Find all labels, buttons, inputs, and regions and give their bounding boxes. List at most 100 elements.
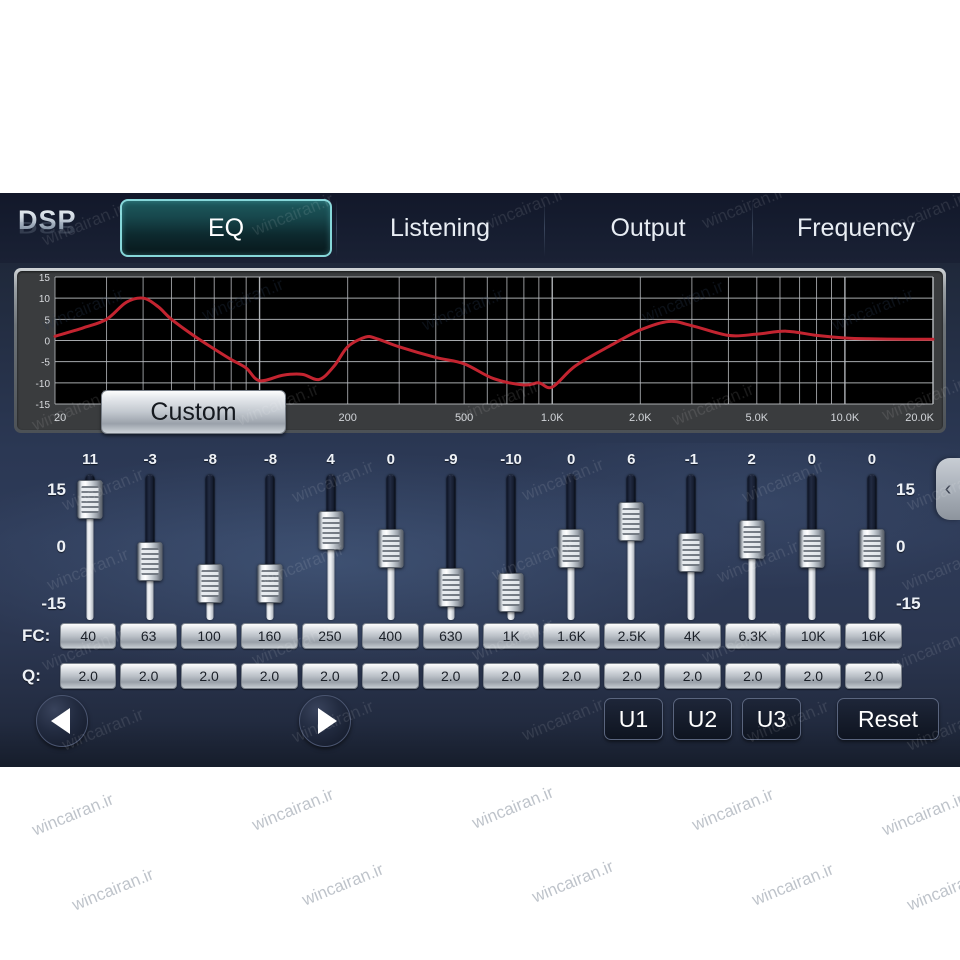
eq-slider-thumb-7[interactable] bbox=[498, 572, 524, 612]
eq-slider-13[interactable] bbox=[842, 475, 902, 620]
fc-cell-4[interactable]: 250 bbox=[301, 623, 359, 649]
eq-slider-grip-7 bbox=[502, 578, 520, 606]
eq-slider-thumb-6[interactable] bbox=[438, 568, 464, 608]
q-row-label: Q: bbox=[22, 666, 41, 685]
eq-slider-11[interactable] bbox=[722, 475, 782, 620]
preset-name-button[interactable]: Custom bbox=[101, 390, 286, 434]
q-cell-8[interactable]: 2.0 bbox=[543, 663, 600, 689]
eq-sliders bbox=[60, 475, 902, 620]
eq-slider-thumb-9[interactable] bbox=[618, 501, 644, 541]
q-cell-2[interactable]: 2.0 bbox=[180, 663, 238, 689]
watermark-text: wincairan.ir bbox=[469, 782, 557, 833]
fc-cell-0[interactable]: 40 bbox=[60, 623, 117, 649]
q-cell-6[interactable]: 2.0 bbox=[422, 663, 479, 689]
svg-text:200: 200 bbox=[338, 412, 356, 424]
fc-cell-6[interactable]: 630 bbox=[422, 623, 479, 649]
fc-cell-2[interactable]: 100 bbox=[180, 623, 238, 649]
watermark-text: wincairan.ir bbox=[299, 9, 387, 60]
dsp-logo: DSP DSP bbox=[18, 205, 116, 257]
tab-frequency[interactable]: Frequency bbox=[752, 193, 960, 263]
fc-cell-12[interactable]: 10K bbox=[785, 623, 842, 649]
svg-text:10.0K: 10.0K bbox=[831, 412, 860, 424]
q-cell-10[interactable]: 2.0 bbox=[664, 663, 721, 689]
q-cell-11[interactable]: 2.0 bbox=[724, 663, 782, 689]
user-preset-1-button[interactable]: U1 bbox=[604, 698, 663, 740]
band-gain-9: 6 bbox=[627, 451, 636, 468]
eq-slider-1[interactable] bbox=[120, 475, 180, 620]
svg-text:10: 10 bbox=[39, 294, 51, 305]
fc-cell-8[interactable]: 1.6K bbox=[543, 623, 600, 649]
q-cell-0[interactable]: 2.0 bbox=[60, 663, 117, 689]
svg-text:-10: -10 bbox=[36, 379, 51, 390]
watermark-text: wincairan.ir bbox=[529, 856, 617, 907]
band-gain-5: 0 bbox=[386, 451, 395, 468]
eq-slider-thumb-2[interactable] bbox=[197, 563, 223, 603]
q-cell-7[interactable]: 2.0 bbox=[482, 663, 540, 689]
eq-slider-thumb-4[interactable] bbox=[318, 510, 344, 550]
tab-eq[interactable]: EQ bbox=[120, 199, 332, 257]
scale-right-mid: 0 bbox=[896, 537, 906, 556]
tab-listening[interactable]: Listening bbox=[336, 193, 544, 263]
tab-frequency-label: Frequency bbox=[796, 213, 916, 242]
eq-slider-grip-2 bbox=[201, 569, 219, 597]
fc-cell-10[interactable]: 4K bbox=[664, 623, 721, 649]
user-preset-1-label: U1 bbox=[618, 705, 649, 732]
fc-cell-9[interactable]: 2.5K bbox=[603, 623, 661, 649]
q-row: 2.0 2.0 2.0 2.0 2.0 2.0 2.0 2.0 2.0 2.0 … bbox=[60, 663, 902, 689]
eq-slider-grip-1 bbox=[141, 547, 159, 575]
chevron-left-icon: ‹ bbox=[944, 477, 952, 500]
tab-output[interactable]: Output bbox=[544, 193, 752, 263]
q-cell-5[interactable]: 2.0 bbox=[362, 663, 419, 689]
band-gain-10: -1 bbox=[684, 451, 699, 468]
eq-slider-thumb-8[interactable] bbox=[558, 528, 584, 568]
eq-slider-0[interactable] bbox=[60, 475, 120, 620]
fc-cell-1[interactable]: 63 bbox=[120, 623, 177, 649]
watermark-text: wincairan.ir bbox=[879, 789, 960, 840]
fc-cell-3[interactable]: 160 bbox=[241, 623, 298, 649]
prev-preset-button[interactable] bbox=[36, 695, 88, 747]
fc-cell-5[interactable]: 400 bbox=[362, 623, 419, 649]
eq-slider-4[interactable] bbox=[301, 475, 361, 620]
eq-slider-grip-12 bbox=[803, 534, 821, 562]
eq-slider-thumb-1[interactable] bbox=[137, 541, 163, 581]
q-cell-4[interactable]: 2.0 bbox=[301, 663, 359, 689]
eq-slider-3[interactable] bbox=[240, 475, 300, 620]
q-cell-1[interactable]: 2.0 bbox=[120, 663, 177, 689]
eq-slider-thumb-11[interactable] bbox=[739, 519, 765, 559]
next-preset-button[interactable] bbox=[299, 695, 351, 747]
eq-slider-grip-6 bbox=[442, 574, 460, 602]
eq-slider-thumb-0[interactable] bbox=[77, 479, 103, 519]
eq-slider-thumb-5[interactable] bbox=[378, 528, 404, 568]
dsp-logo-reflection: DSP bbox=[18, 218, 77, 237]
screenshot-root: DSP DSP EQ Listening Output Frequency 15… bbox=[0, 0, 960, 960]
user-preset-3-button[interactable]: U3 bbox=[742, 698, 801, 740]
user-preset-2-button[interactable]: U2 bbox=[673, 698, 732, 740]
eq-slider-7[interactable] bbox=[481, 475, 541, 620]
eq-slider-6[interactable] bbox=[421, 475, 481, 620]
eq-slider-9[interactable] bbox=[601, 475, 661, 620]
watermark-text: wincairan.ir bbox=[69, 864, 157, 915]
eq-slider-5[interactable] bbox=[361, 475, 421, 620]
q-cell-9[interactable]: 2.0 bbox=[603, 663, 661, 689]
q-cell-13[interactable]: 2.0 bbox=[845, 663, 902, 689]
eq-slider-thumb-13[interactable] bbox=[859, 528, 885, 568]
tab-bar: DSP DSP EQ Listening Output Frequency bbox=[0, 193, 960, 263]
eq-slider-grip-5 bbox=[382, 534, 400, 562]
fc-cell-11[interactable]: 6.3K bbox=[724, 623, 782, 649]
eq-slider-12[interactable] bbox=[782, 475, 842, 620]
eq-slider-thumb-10[interactable] bbox=[678, 532, 704, 572]
eq-slider-thumb-3[interactable] bbox=[257, 563, 283, 603]
eq-slider-thumb-12[interactable] bbox=[799, 528, 825, 568]
q-cell-3[interactable]: 2.0 bbox=[241, 663, 298, 689]
q-cell-12[interactable]: 2.0 bbox=[785, 663, 842, 689]
eq-slider-8[interactable] bbox=[541, 475, 601, 620]
collapse-panel-handle[interactable]: ‹ bbox=[936, 458, 960, 520]
reset-button[interactable]: Reset bbox=[837, 698, 939, 740]
fc-cell-13[interactable]: 16K bbox=[845, 623, 902, 649]
eq-slider-10[interactable] bbox=[661, 475, 721, 620]
watermark-text: wincairan.ir bbox=[299, 859, 387, 910]
fc-cell-7[interactable]: 1K bbox=[482, 623, 540, 649]
reset-label: Reset bbox=[857, 705, 919, 732]
user-preset-3-label: U3 bbox=[756, 705, 787, 732]
eq-slider-2[interactable] bbox=[180, 475, 240, 620]
